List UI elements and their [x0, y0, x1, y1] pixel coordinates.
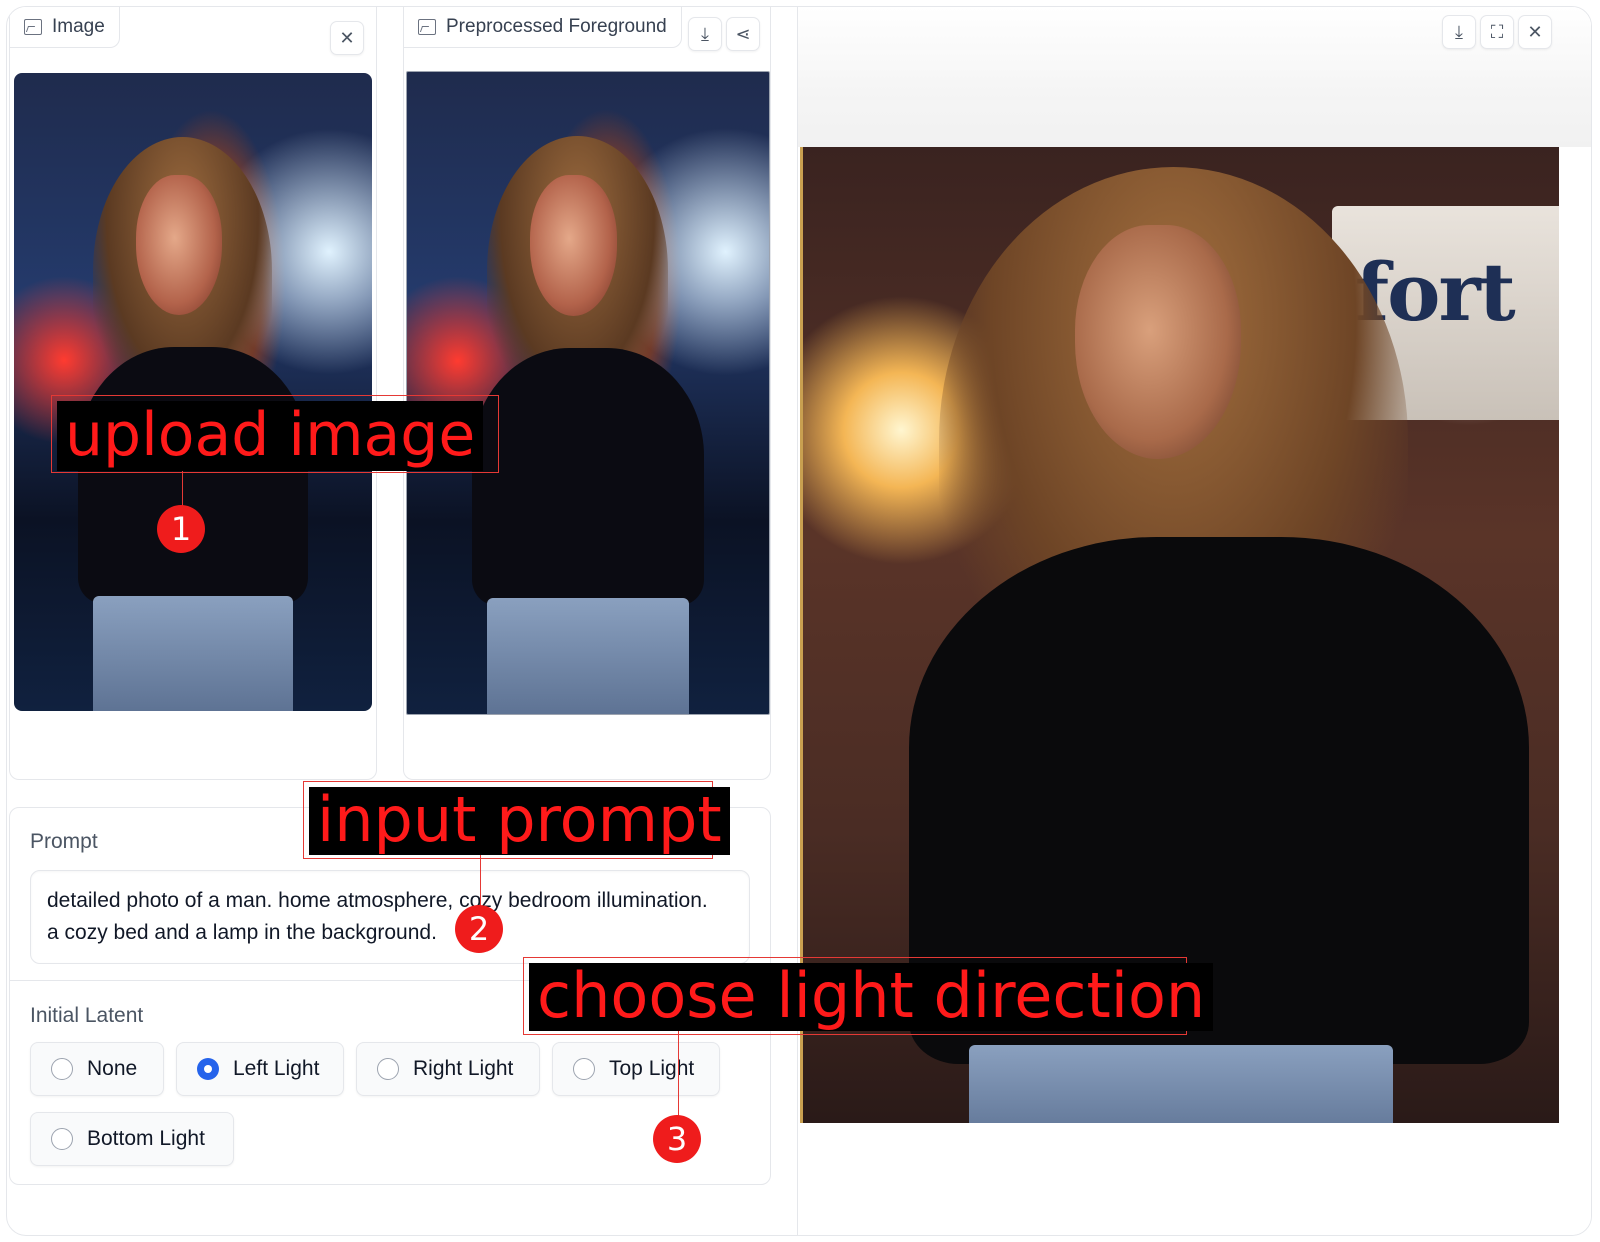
output-download-button[interactable]: ⤓ — [1442, 15, 1476, 49]
close-icon: ✕ — [339, 27, 355, 48]
radio-label: None — [87, 1057, 138, 1080]
radio-right-light[interactable]: Right Light — [356, 1042, 540, 1096]
radio-label: Right Light — [413, 1057, 514, 1080]
annotation-choose-light-direction: choose light direction — [529, 963, 1214, 1031]
prompt-input[interactable]: detailed photo of a man. home atmosphere… — [30, 870, 750, 964]
radio-top-light[interactable]: Top Light — [552, 1042, 720, 1096]
radio-dot — [51, 1058, 73, 1080]
prompt-label: Prompt — [30, 830, 98, 853]
fullscreen-icon: ⛶ — [1490, 21, 1504, 42]
close-icon: ✕ — [1527, 21, 1543, 42]
radio-label: Bottom Light — [87, 1127, 205, 1150]
download-icon: ⤓ — [701, 23, 709, 44]
photo-shirt — [472, 348, 704, 605]
output-fullscreen-button[interactable]: ⛶ — [1480, 15, 1514, 49]
initial-latent-label: Initial Latent — [30, 1004, 144, 1027]
radio-label: Left Light — [233, 1057, 320, 1080]
image-input-panel[interactable]: Image ✕ — [9, 7, 377, 780]
photo-face — [1075, 225, 1242, 460]
photo-jeans — [486, 598, 690, 714]
radio-dot-selected — [197, 1058, 219, 1080]
download-button[interactable]: ⤓ — [688, 17, 722, 51]
step-badge-1: 1 — [157, 505, 205, 553]
annotation-input-prompt: input prompt — [309, 787, 730, 855]
uploaded-image — [14, 73, 372, 711]
radio-dot — [573, 1058, 595, 1080]
radio-dot — [377, 1058, 399, 1080]
photo-face — [530, 174, 617, 316]
photo-face — [135, 175, 222, 316]
download-icon: ⤓ — [1455, 21, 1463, 42]
photo-jeans — [969, 1044, 1393, 1123]
annotation-connector-3 — [678, 1031, 679, 1117]
output-close-button[interactable]: ✕ — [1518, 15, 1552, 49]
preprocessed-foreground-panel: Preprocessed Foreground ⤓ ⋖ — [403, 7, 771, 780]
photo-jeans — [92, 596, 294, 711]
annotation-upload-image: upload image — [57, 401, 484, 471]
radio-left-light[interactable]: Left Light — [176, 1042, 344, 1096]
photo-shirt — [78, 347, 308, 603]
image-icon — [24, 19, 42, 35]
clear-image-button[interactable]: ✕ — [330, 21, 364, 55]
share-button[interactable]: ⋖ — [726, 17, 760, 51]
step-badge-3: 3 — [653, 1115, 701, 1163]
share-icon: ⋖ — [735, 23, 751, 44]
radio-dot — [51, 1128, 73, 1150]
radio-none[interactable]: None — [30, 1042, 164, 1096]
preprocessed-panel-label: Preprocessed Foreground — [404, 7, 682, 48]
step-badge-2: 2 — [455, 905, 503, 953]
app-frame: Image ✕ Preprocessed Foreground ⤓ ⋖ Prom… — [6, 6, 1592, 1236]
radio-bottom-light[interactable]: Bottom Light — [30, 1112, 234, 1166]
output-panel: ⤓ ⛶ ✕ fort — [797, 7, 1591, 1235]
radio-label: Top Light — [609, 1057, 695, 1080]
preprocessed-image — [406, 71, 770, 715]
image-icon — [418, 19, 436, 35]
annotation-connector-2 — [480, 855, 481, 909]
image-label-text: Image — [52, 16, 105, 37]
image-panel-label: Image — [10, 7, 120, 48]
preprocessed-label-text: Preprocessed Foreground — [446, 16, 667, 37]
